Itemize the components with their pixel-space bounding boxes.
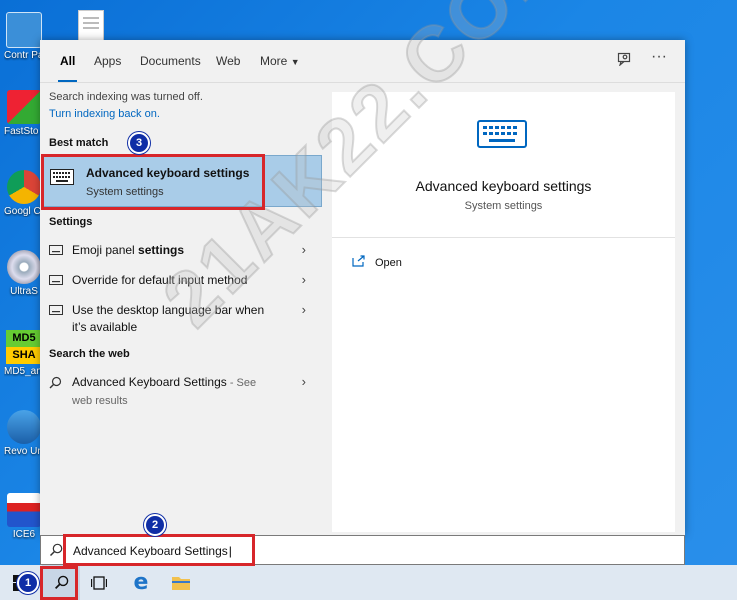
md5-label: MD5: [6, 330, 42, 347]
keyboard-icon: [49, 305, 63, 315]
keyboard-icon: [49, 245, 63, 255]
desktop-icon-faststone[interactable]: FastSto Captu: [4, 90, 44, 137]
chevron-down-icon: ▼: [290, 57, 300, 67]
desktop-icon-md5[interactable]: MD5 SHA MD5_and: [4, 330, 44, 377]
task-view-icon: [91, 575, 107, 590]
feedback-icon[interactable]: [617, 52, 631, 69]
more-options-icon[interactable]: ···: [651, 48, 667, 66]
desktop-icon-chrome[interactable]: Googl Chron: [4, 170, 44, 217]
settings-header: Settings: [49, 216, 93, 228]
desktop-icon-ultraiso[interactable]: UltraS: [4, 250, 44, 297]
desktop-icon-label: Revo Uninsta: [4, 446, 44, 457]
step-badge-3: 3: [128, 132, 150, 154]
desktop-icon-label: ICE6: [12, 529, 36, 540]
emoji-label-plain: Emoji panel: [72, 243, 139, 257]
tab-web[interactable]: Web: [216, 54, 240, 68]
task-view-button[interactable]: [80, 565, 118, 600]
keyboard-icon: [49, 275, 63, 285]
divider: [332, 237, 675, 238]
web-result-label: Advanced Keyboard Settings - See web res…: [72, 374, 272, 410]
edge-button[interactable]: e: [122, 565, 160, 600]
disc-icon: [7, 250, 41, 284]
step-badge-1: 1: [17, 572, 39, 594]
desktop-icon-label: MD5_and: [4, 366, 44, 377]
tab-documents[interactable]: Documents: [140, 54, 201, 68]
step-badge-2: 2: [144, 514, 166, 536]
preview-subtitle: System settings: [464, 200, 543, 212]
web-query: Advanced Keyboard Settings: [72, 375, 227, 389]
desktop-icon-revo[interactable]: Revo Uninsta: [4, 410, 44, 457]
web-result[interactable]: Advanced Keyboard Settings - See web res…: [40, 374, 322, 410]
desktop-icon-ice[interactable]: ICE6: [4, 493, 44, 540]
open-icon: [352, 255, 365, 267]
ice-icon: [7, 493, 41, 527]
sha-label: SHA: [6, 347, 42, 364]
desktop-icon-label: Contr Pane: [4, 50, 44, 61]
turn-indexing-on-link[interactable]: Turn indexing back on.: [49, 108, 160, 120]
preview-title: Advanced keyboard settings: [415, 178, 592, 194]
faststone-icon: [7, 90, 41, 124]
tab-all[interactable]: All: [57, 54, 78, 82]
edge-icon: e: [133, 570, 149, 595]
keyboard-icon: [477, 120, 527, 148]
chevron-right-icon[interactable]: ›: [302, 272, 306, 287]
desktop-icon-label: Googl Chron: [4, 206, 44, 217]
indexing-notice: Search indexing was turned off.: [49, 91, 203, 103]
file-icon[interactable]: [78, 10, 104, 42]
taskbar: e: [0, 565, 737, 600]
best-match-header: Best match: [49, 137, 109, 149]
open-label: Open: [375, 257, 402, 269]
folder-icon: [172, 576, 190, 590]
tab-apps[interactable]: Apps: [94, 54, 121, 68]
md5-icon: MD5 SHA: [6, 330, 42, 364]
search-icon: [49, 376, 62, 389]
annotation-box-search-input: [63, 534, 255, 566]
desktop-icon-label: UltraS: [10, 286, 38, 297]
desktop-icon-control-panel[interactable]: Contr Pane: [4, 12, 44, 61]
tab-more[interactable]: More ▼: [260, 54, 300, 68]
annotation-box-search-button: [40, 566, 78, 600]
search-web-header: Search the web: [49, 348, 130, 360]
file-explorer-button[interactable]: [162, 565, 200, 600]
desktop-icon-label: FastSto Captu: [4, 126, 44, 137]
annotation-box-best-match: [41, 154, 265, 210]
search-icon: [49, 543, 63, 557]
chrome-icon: [7, 170, 41, 204]
revo-icon: [7, 410, 41, 444]
chevron-right-icon[interactable]: ›: [302, 302, 306, 317]
control-panel-icon: [6, 12, 42, 48]
chevron-right-icon[interactable]: ›: [302, 374, 306, 389]
tab-more-label: More: [260, 54, 288, 68]
